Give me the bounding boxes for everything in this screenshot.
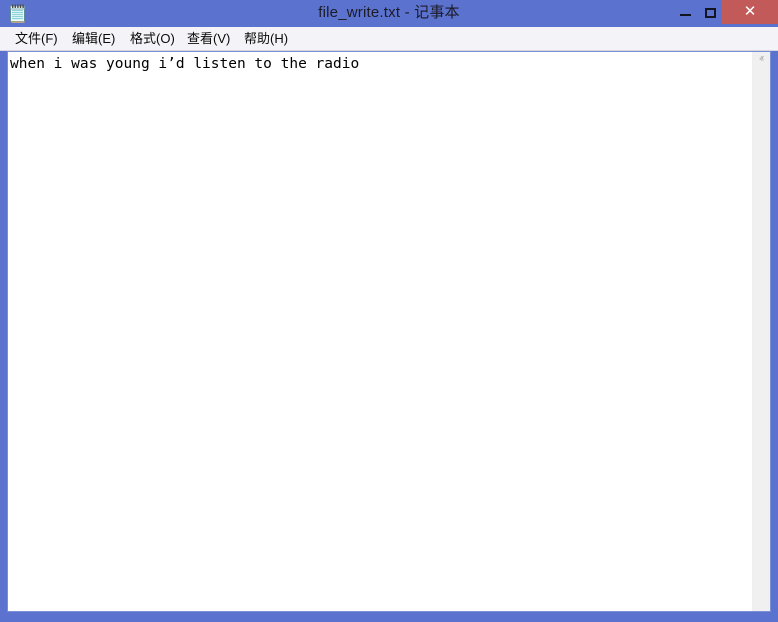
close-button[interactable]: ✕ <box>722 0 778 24</box>
menu-item-view[interactable]: 查看(V) <box>181 27 236 50</box>
close-icon: ✕ <box>722 0 778 24</box>
title-bar[interactable]: file_write.txt - 记事本 ✕ <box>0 0 778 27</box>
menu-item-help[interactable]: 帮助(H) <box>238 27 294 50</box>
scrollbar-track[interactable] <box>753 69 770 594</box>
chevron-down-icon: ⱟ <box>753 594 770 611</box>
menu-bar: 文件(F) 编辑(E) 格式(O) 查看(V) 帮助(H) <box>0 27 778 51</box>
menu-item-file[interactable]: 文件(F) <box>9 27 64 50</box>
vertical-scrollbar[interactable]: ⱏ ⱟ <box>752 52 770 611</box>
scroll-down-button[interactable]: ⱟ <box>753 594 770 611</box>
document-text: when i was young i’d listen to the radio <box>10 55 359 73</box>
client-area: when i was young i’d listen to the radio… <box>7 51 771 612</box>
menu-item-edit[interactable]: 编辑(E) <box>66 27 121 50</box>
text-editor[interactable]: when i was young i’d listen to the radio <box>8 52 752 611</box>
window-title: file_write.txt - 记事本 <box>0 0 778 27</box>
maximize-icon <box>705 8 716 18</box>
notepad-window: file_write.txt - 记事本 ✕ 文件(F) 编辑(E) 格式(O)… <box>0 0 778 622</box>
chevron-up-icon: ⱏ <box>753 52 770 69</box>
notepad-icon <box>9 4 27 23</box>
minimize-icon <box>680 14 691 16</box>
menu-item-format[interactable]: 格式(O) <box>124 27 181 50</box>
scroll-up-button[interactable]: ⱏ <box>753 52 770 69</box>
